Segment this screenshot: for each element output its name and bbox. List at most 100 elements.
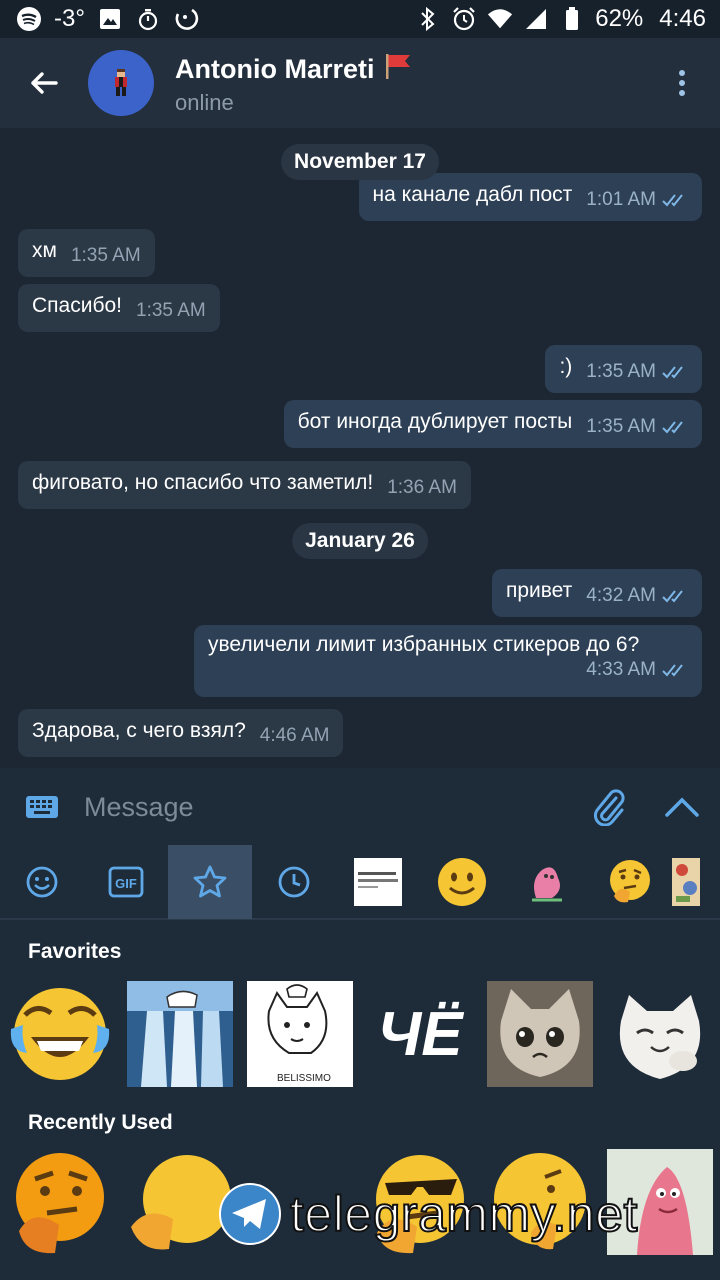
message-composer: Message <box>0 768 720 846</box>
watermark-text: telegrammy.net <box>289 1185 638 1243</box>
keyboard-toggle-button[interactable] <box>0 795 84 819</box>
chat-header: Antonio Marreti online <box>0 38 720 128</box>
tab-favorites[interactable] <box>168 845 252 919</box>
message-text: Здарова, с чего взял? <box>32 719 246 742</box>
more-vertical-icon <box>679 70 685 96</box>
tab-pink-pack[interactable] <box>504 845 588 919</box>
clock-text: 4:46 <box>659 5 706 32</box>
smiley-sticker <box>438 858 486 906</box>
thinking-sticker <box>610 860 650 903</box>
chat-title[interactable]: Antonio Marreti online <box>175 51 413 116</box>
recent-clock-icon <box>278 866 310 898</box>
battery-percent: 62% <box>595 5 644 32</box>
date-chip: January 26 <box>292 523 428 559</box>
star-icon <box>193 865 227 898</box>
sticker-thinking-red[interactable] <box>7 1149 113 1255</box>
sticker-che[interactable]: ЧЁ <box>367 981 473 1087</box>
contact-name: Antonio Marreti <box>175 53 375 84</box>
tab-pack-text[interactable] <box>336 845 420 919</box>
sticker-panel[interactable]: Favorites BELISSIMO ЧЁ Recently Used tel… <box>0 920 720 1280</box>
wifi-icon <box>487 6 513 32</box>
telegram-logo-icon <box>219 1183 281 1245</box>
battery-icon <box>559 6 585 32</box>
avatar[interactable] <box>88 50 154 116</box>
message-time: 1:35 AM <box>70 245 141 266</box>
message-text: привет <box>505 579 573 602</box>
message-text: Спасибо! <box>32 294 122 317</box>
message-text: :) <box>559 355 573 378</box>
message-text: фиговато, но спасибо что заметил! <box>32 471 374 494</box>
message-time: 4:32 AM <box>586 585 656 606</box>
timer-icon <box>135 6 161 32</box>
double-check-icon <box>662 421 683 434</box>
tab-thinking-pack[interactable] <box>588 845 672 919</box>
moon-app-icon <box>173 6 199 32</box>
message-time: 1:01 AM <box>586 189 656 210</box>
message-outgoing[interactable]: увеличели лимит избранных стикеров до 6?… <box>194 625 702 697</box>
sticker-happy-cat[interactable] <box>607 981 713 1087</box>
image-icon <box>97 6 123 32</box>
message-time: 1:35 AM <box>586 361 656 382</box>
message-incoming[interactable]: Здарова, с чего взял? 4:46 AM <box>18 709 344 757</box>
sticker-waterfall[interactable] <box>127 981 233 1087</box>
date-chip: November 17 <box>281 144 439 180</box>
message-time: 4:33 AM <box>586 659 656 680</box>
bluetooth-icon <box>415 6 441 32</box>
double-check-icon <box>662 664 683 677</box>
paperclip-icon <box>593 789 625 826</box>
alarm-icon <box>451 6 477 32</box>
back-arrow-icon <box>31 72 58 94</box>
message-text: хм <box>32 239 57 262</box>
favorites-title: Favorites <box>28 940 122 963</box>
collage-sticker <box>672 858 700 906</box>
message-time: 1:36 AM <box>387 477 457 498</box>
attach-button[interactable] <box>574 788 644 826</box>
watermark: telegrammy.net <box>218 1182 638 1246</box>
signal-icon <box>523 6 549 32</box>
status-bar: -3° 62% 4:46 <box>0 0 720 38</box>
temperature-text: -3° <box>54 5 85 32</box>
double-check-icon <box>662 366 683 379</box>
message-time: 1:35 AM <box>136 300 206 321</box>
tab-collage-pack[interactable] <box>672 845 712 919</box>
svg-text:GIF: GIF <box>115 876 137 891</box>
message-time: 1:35 AM <box>586 416 656 437</box>
red-flag-icon <box>383 51 413 88</box>
contact-status: online <box>175 89 234 115</box>
sticker-laughing-crying[interactable] <box>7 981 113 1087</box>
recently-used-title: Recently Used <box>28 1111 173 1134</box>
gif-icon: GIF <box>108 866 144 898</box>
message-incoming[interactable]: хм 1:35 AM <box>18 229 155 277</box>
keyboard-icon <box>26 796 58 818</box>
pack-text-sticker <box>354 858 402 906</box>
message-incoming[interactable]: фиговато, но спасибо что заметил! 1:36 A… <box>18 461 471 509</box>
message-input[interactable]: Message <box>84 792 574 823</box>
message-outgoing[interactable]: на канале дабл пост 1:01 AM <box>358 173 702 221</box>
message-outgoing[interactable]: бот иногда дублирует посты 1:35 AM <box>283 400 702 448</box>
tab-recent[interactable] <box>252 845 336 919</box>
tab-gif[interactable]: GIF <box>84 845 168 919</box>
message-outgoing[interactable]: привет 4:32 AM <box>491 569 702 617</box>
emoji-icon <box>26 866 58 898</box>
pixel-person-icon <box>115 69 127 96</box>
sticker-belissimo-cat[interactable]: BELISSIMO <box>247 981 353 1087</box>
back-button[interactable] <box>0 38 88 128</box>
message-incoming[interactable]: Спасибо! 1:35 AM <box>18 284 220 332</box>
chevron-up-icon <box>665 797 699 817</box>
tab-smiley-pack[interactable] <box>420 845 504 919</box>
pink-sticker <box>532 867 562 902</box>
message-time: 4:46 AM <box>259 725 330 746</box>
tab-emoji[interactable] <box>0 845 84 919</box>
spotify-icon <box>16 6 42 32</box>
message-text: увеличели лимит избранных стикеров до 6? <box>208 633 640 656</box>
sticker-tabs: GIF <box>0 845 720 920</box>
collapse-panel-button[interactable] <box>644 796 720 818</box>
sticker-crying-cat[interactable] <box>487 981 593 1087</box>
message-list[interactable]: на канале дабл пост 1:01 AM November 17 … <box>0 128 720 768</box>
message-outgoing[interactable]: :) 1:35 AM <box>545 345 702 393</box>
more-menu-button[interactable] <box>644 38 720 128</box>
message-text: бот иногда дублирует посты <box>297 410 573 433</box>
double-check-icon <box>662 590 683 603</box>
double-check-icon <box>662 194 683 207</box>
belissimo-label: BELISSIMO <box>277 1073 331 1084</box>
